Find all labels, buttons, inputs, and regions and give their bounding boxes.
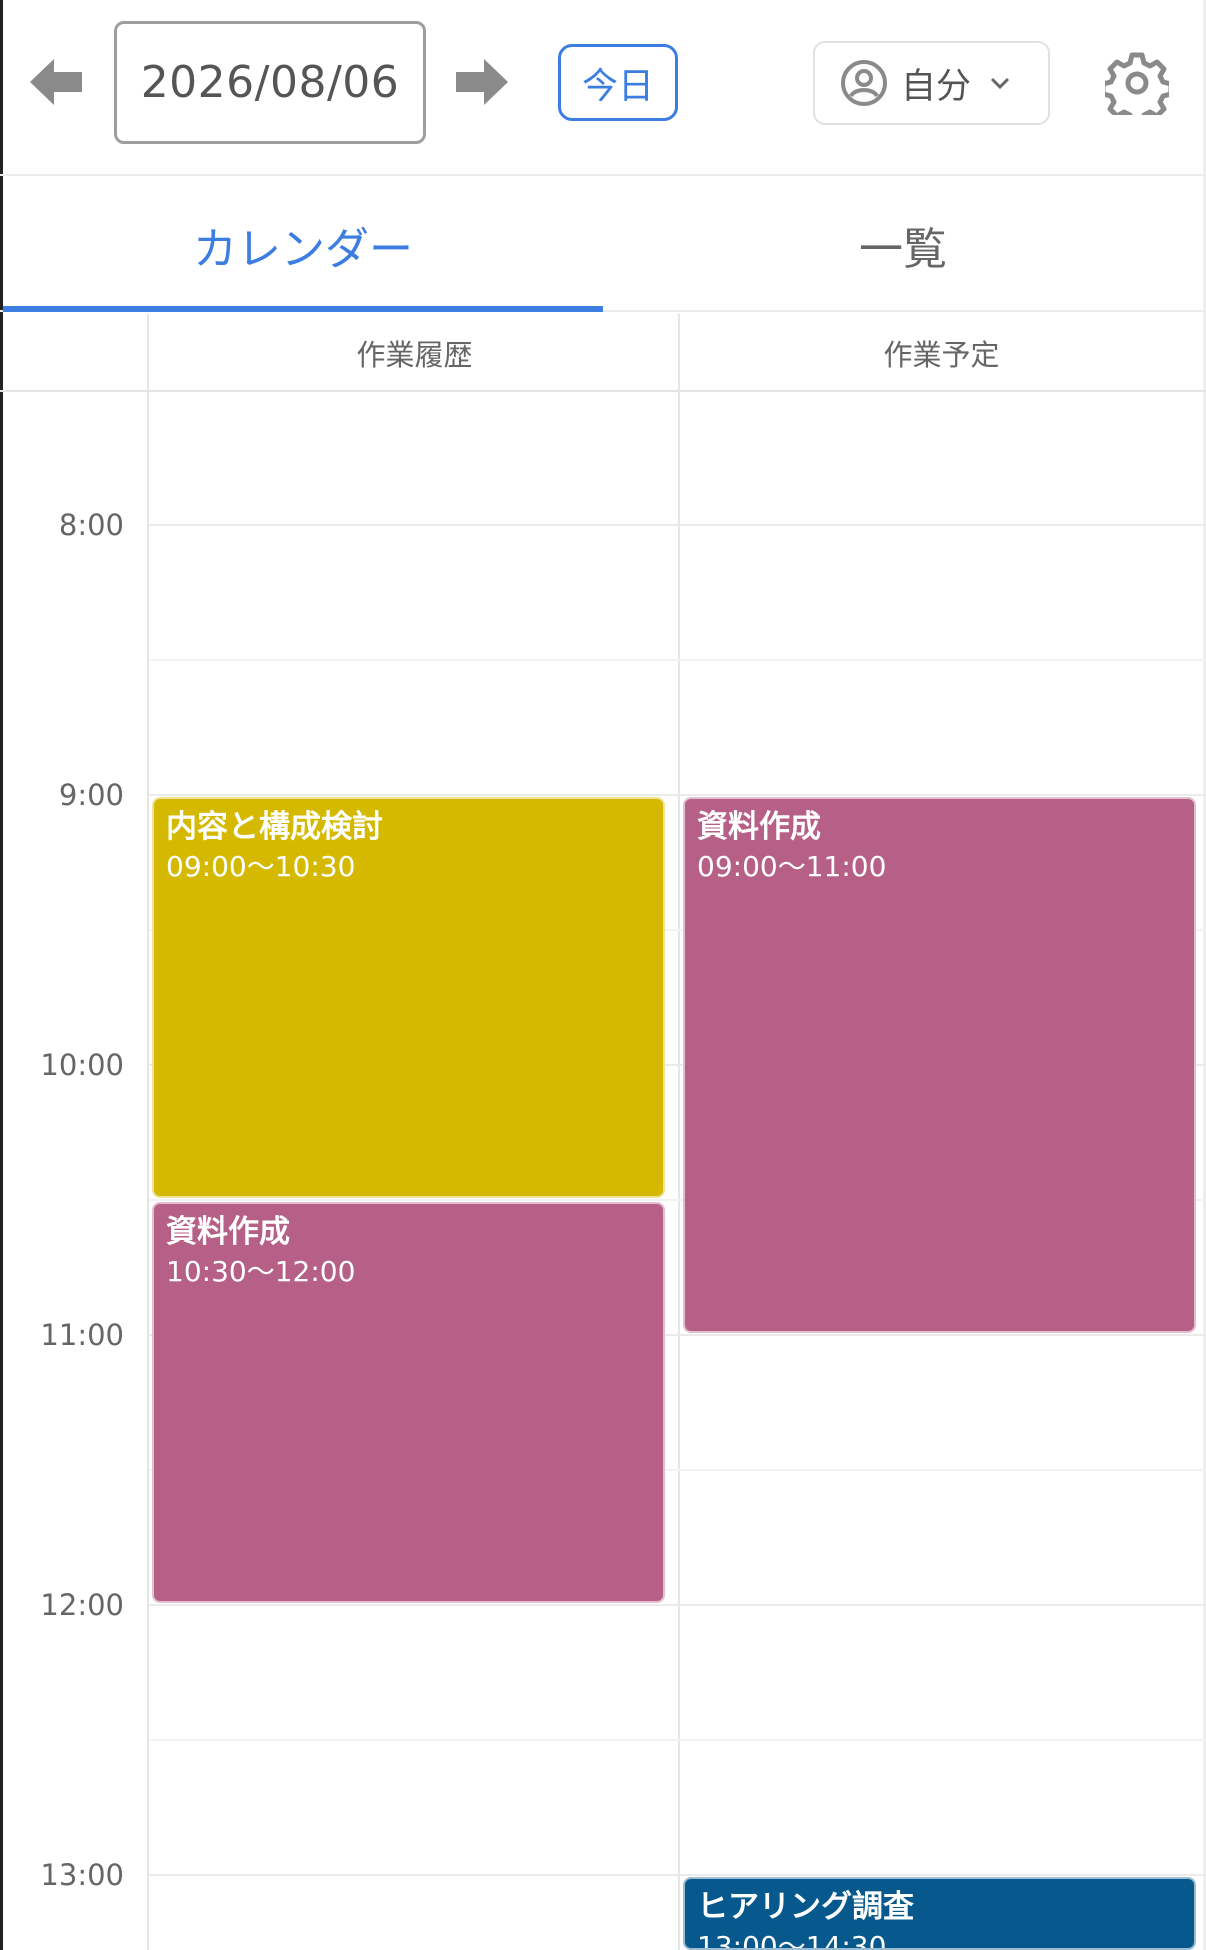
time-label-9: 9:00 (58, 778, 124, 812)
column-header-plan: 作業予定 (883, 338, 1000, 372)
event-history-content-planning[interactable]: 内容と構成検討 09:00〜10:30 (152, 797, 665, 1198)
grid-line-hour (149, 1874, 1206, 1876)
time-label-10: 10:00 (40, 1048, 124, 1082)
time-label-8: 8:00 (58, 508, 124, 542)
event-title: 内容と構成検討 (166, 809, 383, 845)
grid-line-hour (149, 524, 1206, 526)
event-title: 資料作成 (697, 809, 821, 845)
event-title: ヒアリング調査 (697, 1889, 914, 1925)
gear-icon[interactable] (1105, 51, 1169, 115)
grid-line-half-hour (149, 1739, 1206, 1741)
column-header-history: 作業履歴 (356, 338, 473, 372)
today-button[interactable]: 今日 (558, 44, 678, 121)
next-day-arrow-icon[interactable] (454, 55, 510, 109)
event-plan-hearing-survey[interactable]: ヒアリング調査 13:00〜14:30 (683, 1877, 1196, 1950)
header-divider (0, 390, 1206, 392)
tab-calendar[interactable]: カレンダー (3, 178, 603, 312)
grid-line-hour (149, 1604, 1206, 1606)
event-time: 13:00〜14:30 (697, 1930, 887, 1950)
event-history-document-creation[interactable]: 資料作成 10:30〜12:00 (152, 1202, 665, 1603)
event-time: 09:00〜11:00 (697, 850, 887, 884)
grid-line-hour (149, 794, 1206, 796)
prev-day-arrow-icon[interactable] (28, 55, 84, 109)
event-title: 資料作成 (166, 1214, 290, 1250)
event-plan-document-creation[interactable]: 資料作成 09:00〜11:00 (683, 797, 1196, 1333)
user-select-dropdown[interactable]: 自分 (813, 41, 1050, 125)
grid-line-half-hour (149, 659, 1206, 661)
grid-line-time-column (147, 314, 149, 1950)
time-label-11: 11:00 (40, 1318, 124, 1352)
active-tab-indicator (3, 306, 603, 312)
chevron-down-icon (990, 77, 1010, 90)
user-select-label: 自分 (901, 66, 972, 107)
time-label-13: 13:00 (40, 1858, 124, 1892)
date-field[interactable]: 2026/08/06 (114, 21, 426, 144)
grid-line-column-divider (678, 314, 680, 1950)
user-avatar-icon (841, 60, 887, 106)
view-tabs: カレンダー 一覧 (0, 178, 1206, 312)
time-label-12: 12:00 (40, 1588, 124, 1622)
event-time: 09:00〜10:30 (166, 850, 356, 884)
top-bar: 2026/08/06 今日 自分 (0, 0, 1206, 176)
tab-list[interactable]: 一覧 (603, 178, 1203, 312)
event-time: 10:30〜12:00 (166, 1255, 356, 1289)
